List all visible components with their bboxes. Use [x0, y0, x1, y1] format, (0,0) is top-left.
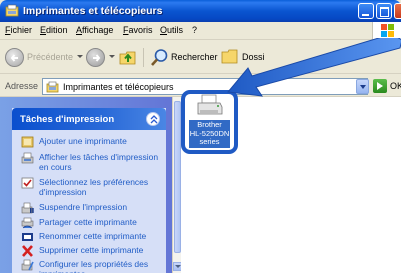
printers-folder-icon: [46, 81, 59, 93]
forward-arrow-icon: [93, 54, 101, 62]
task-label: Suspendre l'impression: [39, 202, 128, 212]
task-label: Afficher les tâches d'impression en cour…: [39, 152, 159, 172]
task-add-printer[interactable]: Ajouter une imprimante: [21, 136, 161, 148]
address-text: Imprimantes et télécopieurs: [63, 82, 174, 92]
add-printer-icon: [21, 136, 34, 148]
share-printer-icon: [21, 217, 34, 229]
printer-icon: [197, 94, 223, 115]
address-label: Adresse: [5, 81, 39, 91]
menu-help[interactable]: ?: [192, 25, 197, 35]
scrollbar-thumb[interactable]: [174, 101, 181, 253]
printer-tasks-panel: Tâches d'impression Ajouter une impriman…: [12, 108, 166, 273]
windows-logo-icon: [372, 22, 401, 40]
panel-header[interactable]: Tâches d'impression: [12, 108, 166, 130]
menu-favoris[interactable]: Favoris: [123, 25, 153, 35]
pause-printer-icon: [21, 202, 34, 214]
task-pause-printer[interactable]: Suspendre l'impression: [21, 202, 161, 214]
back-label[interactable]: Précédente: [27, 52, 73, 62]
task-delete-printer[interactable]: Supprimer cette imprimante: [21, 245, 161, 257]
print-queue-icon: [21, 152, 34, 164]
toolbar: Précédente Rechercher Dossi: [0, 40, 401, 74]
task-print-queue[interactable]: Afficher les tâches d'impression en cour…: [21, 152, 161, 174]
folders-button[interactable]: Dossi: [242, 52, 265, 62]
maximize-button[interactable]: [376, 3, 392, 19]
panel-title: Tâches d'impression: [20, 114, 115, 125]
folders-icon[interactable]: [221, 49, 239, 65]
task-pane-scrollbar[interactable]: [172, 97, 182, 273]
toolbar-separator: [143, 48, 144, 67]
forward-button[interactable]: [86, 48, 105, 67]
rename-printer-icon: [22, 233, 33, 241]
go-arrow-icon[interactable]: [373, 79, 387, 93]
printer-name-label: Brother HL-5250DN series: [189, 120, 230, 148]
collapse-button[interactable]: [146, 112, 160, 126]
printer-name-line: series: [199, 137, 220, 146]
window-title: Imprimantes et télécopieurs: [23, 5, 163, 17]
search-button[interactable]: Rechercher: [171, 52, 218, 62]
address-dropdown-button[interactable]: [356, 79, 369, 94]
task-label: Partager cette imprimante: [39, 217, 137, 227]
preferences-icon: [21, 177, 34, 189]
task-pane: Tâches d'impression Ajouter une impriman…: [0, 97, 172, 273]
printer-item-brother[interactable]: Brother HL-5250DN series: [181, 90, 238, 154]
menu-bar: Fichier Edition Affichage Favoris Outils…: [0, 22, 401, 40]
explorer-window: Imprimantes et télécopieurs Fichier Edit…: [0, 0, 401, 273]
forward-dropdown-icon[interactable]: [109, 55, 115, 58]
back-button[interactable]: [5, 48, 24, 67]
task-preferences[interactable]: Sélectionnez les préférences d'impressio…: [21, 177, 161, 199]
back-arrow-icon: [10, 54, 18, 62]
menu-outils[interactable]: Outils: [160, 25, 183, 35]
task-label: Supprimer cette imprimante: [39, 245, 144, 255]
back-dropdown-icon[interactable]: [77, 55, 83, 58]
up-folder-icon[interactable]: [119, 49, 137, 66]
task-rename-printer[interactable]: Renommer cette imprimante: [21, 231, 161, 243]
task-label: Ajouter une imprimante: [39, 136, 127, 146]
properties-icon: [21, 259, 34, 271]
printers-folder-icon: [5, 4, 19, 17]
task-share-printer[interactable]: Partager cette imprimante: [21, 217, 161, 229]
menu-fichier[interactable]: Fichier: [5, 25, 32, 35]
title-bar[interactable]: Imprimantes et télécopieurs: [0, 0, 401, 22]
printer-list-view: Brother HL-5250DN series: [181, 90, 401, 273]
close-button[interactable]: [394, 3, 401, 19]
delete-x-icon: [22, 245, 33, 257]
task-label: Sélectionnez les préférences d'impressio…: [39, 177, 149, 197]
task-label: Configurer les propriétés des imprimante…: [39, 259, 149, 273]
menu-affichage[interactable]: Affichage: [76, 25, 113, 35]
search-icon[interactable]: [150, 48, 169, 67]
menu-edition[interactable]: Edition: [40, 25, 68, 35]
go-label[interactable]: OK: [390, 81, 401, 91]
task-printer-properties[interactable]: Configurer les propriétés des imprimante…: [21, 259, 161, 273]
chevron-up-icon: [150, 115, 158, 124]
minimize-button[interactable]: [358, 3, 374, 19]
task-label: Renommer cette imprimante: [39, 231, 147, 241]
